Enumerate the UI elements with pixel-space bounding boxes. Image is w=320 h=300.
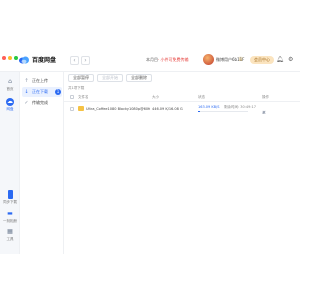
table-header: 文件名 大小 状态 操作 [64,94,300,102]
notice-prefix: 本月目 [146,57,158,62]
album-icon: ▬ [7,210,13,217]
subnav-uploading[interactable]: ↑ 正在上传 [22,76,62,86]
subnav-completed[interactable]: ✓ 传输完成 [22,98,62,108]
settings-gear-icon[interactable]: ⚙ [288,56,293,63]
rail-item-tools[interactable]: ▦ 工具 [0,228,20,242]
back-button[interactable]: ‹ [70,56,79,65]
folder-open-icon[interactable]: ⌕ [262,110,265,116]
transfer-toolbar: 全部暂停 全部开始 全部删除 [68,74,152,82]
column-actions: 操作 [262,95,269,99]
rail-label-tools: 工具 [6,237,14,241]
select-all-checkbox[interactable] [70,95,74,99]
row-speed: 163.09 KB/S [198,105,220,109]
app-brand-name: 百度网盘 [32,57,57,64]
rail-item-netdisk[interactable]: ☁ 网盘 [0,98,20,112]
baidu-netdisk-logo-icon [19,56,29,64]
rail-item-sync[interactable]: 同步下载 [0,190,20,205]
row-progress-fill [198,111,200,112]
transfer-subnav: ↑ 正在上传 ↓ 正在下载 1 ✓ 传输完成 [20,72,64,254]
minimize-window-button[interactable] [8,56,12,60]
row-file-size: 446.09 K/16.08 G [152,107,183,111]
tools-icon: ▦ [7,228,13,235]
row-remaining-time: 剩余时间: 30:49:17 [224,105,257,109]
start-all-button[interactable]: 全部开始 [97,74,123,82]
download-icon: ↓ [24,89,29,95]
row-progress-bar [198,111,248,112]
notification-bell-icon[interactable]: 🔔︎ [276,56,284,63]
clear-all-button[interactable]: 全部删除 [126,74,152,82]
table-row[interactable]: Ultra_Coffee1080 Blocky1080p@60fr... 446… [64,103,300,116]
sync-icon [7,190,13,199]
row-file-name: Ultra_Coffee1080 Blocky1080p@60fr... [86,107,150,111]
pause-all-button[interactable]: 全部暂停 [68,74,94,82]
upload-icon: ↑ [24,78,29,84]
vip-crown-icon[interactable]: ♕ [238,56,243,63]
rail-label-netdisk: 网盘 [6,107,14,111]
folder-icon [78,106,84,111]
forward-button[interactable]: › [81,56,90,65]
download-count-badge: 1 [55,89,61,95]
rail-item-album[interactable]: ▬ 一刻相册 [0,210,20,224]
download-count-text: 共1项下载 [68,86,85,90]
subnav-label-completed: 传输完成 [32,100,48,105]
column-size[interactable]: 大小 [152,95,159,100]
rail-label-sync: 同步下载 [3,200,17,204]
rail-label-album: 一刻相册 [3,219,17,223]
rail-label-home: 首页 [6,87,14,91]
subnav-downloading[interactable]: ↓ 正在下载 1 [22,87,62,97]
nav-buttons: ‹ › [70,56,90,65]
app-window: 百度网盘 ‹ › 本月目· 小件可免费传输 微博用户6b11F ♕ 会员中心 🔔… [0,48,300,254]
rail-item-home[interactable]: ⌂ 首页 [0,78,20,92]
close-window-button[interactable] [2,56,6,60]
download-list-panel: 全部暂停 全部开始 全部删除 共1项下载 文件名 大小 状态 操作 Ultra_… [64,72,300,254]
done-icon: ✓ [24,100,29,106]
header-notice[interactable]: 本月目· 小件可免费传输 [146,57,189,63]
home-icon: ⌂ [8,78,12,85]
window-controls [2,56,18,60]
title-bar: 百度网盘 ‹ › 本月目· 小件可免费传输 微博用户6b11F ♕ 会员中心 🔔… [0,48,300,72]
column-name[interactable]: 文件名 [78,95,89,100]
left-rail: ⌂ 首页 ☁ 网盘 同步下载 ▬ 一刻相册 ▦ 工具 [0,72,20,254]
notice-text: · 小件可免费传输 [158,57,189,62]
subnav-label-uploading: 正在上传 [32,78,48,83]
user-avatar[interactable] [203,54,214,65]
cloud-icon: ☁ [6,98,14,106]
subnav-label-downloading: 正在下载 [32,89,48,94]
column-status[interactable]: 状态 [198,95,205,100]
vip-center-button[interactable]: 会员中心 [250,56,274,64]
row-checkbox[interactable] [70,107,74,111]
